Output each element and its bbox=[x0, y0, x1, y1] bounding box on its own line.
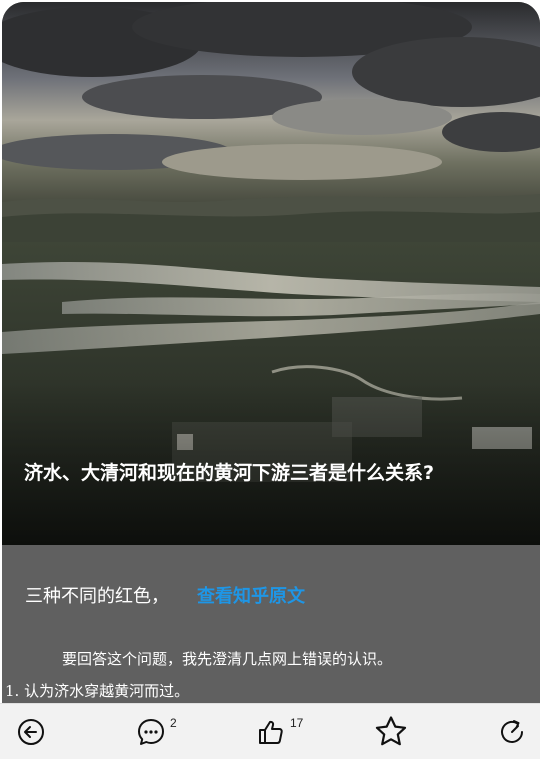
bottom-toolbar: 2 17 bbox=[0, 703, 540, 759]
share-button[interactable] bbox=[498, 704, 526, 759]
like-count: 17 bbox=[290, 716, 304, 730]
article-subtitle: 三种不同的红色， bbox=[25, 586, 169, 607]
comment-bubble-icon bbox=[138, 719, 164, 745]
comment-button[interactable]: 2 bbox=[136, 704, 184, 759]
comment-count: 2 bbox=[170, 716, 177, 730]
share-icon bbox=[501, 720, 523, 743]
subtitle-row: 三种不同的红色， 查看知乎原文 bbox=[25, 581, 305, 609]
back-arrow-icon bbox=[18, 719, 44, 745]
star-icon bbox=[375, 716, 407, 746]
favorite-button[interactable] bbox=[373, 704, 409, 759]
hero-image: 济水、大清河和现在的黄河下游三者是什么关系? bbox=[2, 2, 540, 545]
view-zhihu-original-link[interactable]: 查看知乎原文 bbox=[197, 582, 305, 608]
article-screen: 济水、大清河和现在的黄河下游三者是什么关系? 三种不同的红色， 查看知乎原文 要… bbox=[0, 0, 540, 759]
article-title: 济水、大清河和现在的黄河下游三者是什么关系? bbox=[24, 462, 435, 484]
like-button[interactable]: 17 bbox=[257, 704, 317, 759]
body-paragraph: 要回答这个问题，我先澄清几点网上错误的认识。 bbox=[62, 650, 393, 668]
body-list-item: 1. 认为济水穿越黄河而过。 bbox=[5, 682, 190, 700]
thumbs-up-icon bbox=[259, 720, 283, 744]
back-button[interactable] bbox=[17, 704, 45, 759]
